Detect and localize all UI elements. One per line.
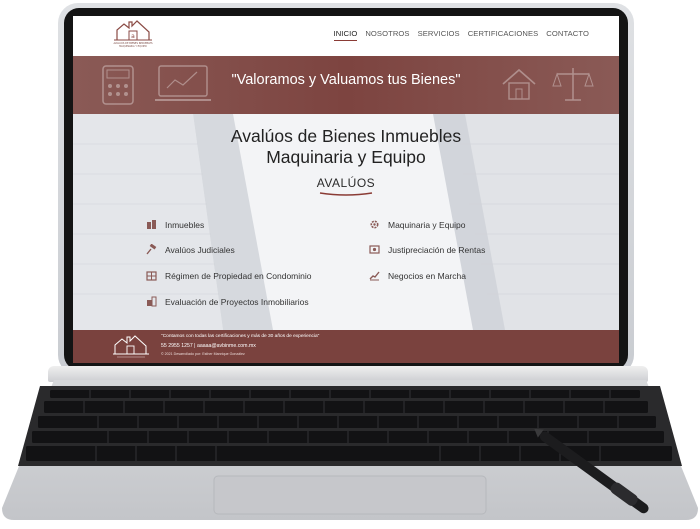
page-title-line2: Maquinaria y Equipo	[266, 147, 426, 167]
site-header: a AVALUOS DE BIENES INMUEBLES MAQUINARIA…	[73, 16, 619, 56]
service-regimen-condominio[interactable]: Régimen de Propiedad en Condominio	[146, 270, 311, 281]
footer-quote: "Contamos con todas las certificaciones …	[161, 334, 320, 339]
stylus-pen-icon	[534, 428, 649, 514]
service-maquinaria-equipo[interactable]: Maquinaria y Equipo	[369, 219, 466, 230]
footer-logo-icon[interactable]	[111, 334, 151, 360]
page-title-line1: Avalúos de Bienes Inmuebles	[230, 126, 462, 146]
subtitle-underline	[319, 192, 373, 196]
house-logo-icon: a	[114, 20, 152, 41]
nav-contacto[interactable]: CONTACTO	[546, 29, 589, 41]
project-icon	[147, 296, 157, 307]
nav-inicio[interactable]: INICIO	[333, 29, 358, 41]
section-subtitle: AVALÚOS	[316, 176, 376, 190]
nav-nosotros[interactable]: NOSOTROS	[365, 29, 409, 41]
main-nav: INICIO NOSOTROS SERVICIOS CERTIFICACIONE…	[333, 29, 589, 41]
money-icon	[369, 245, 380, 254]
buildings-icon	[147, 220, 156, 229]
service-negocios-marcha[interactable]: Negocios en Marcha	[369, 270, 466, 281]
nav-servicios[interactable]: SERVICIOS	[418, 29, 460, 41]
service-inmuebles[interactable]: Inmuebles	[146, 219, 204, 230]
site-footer: "Contamos con todas las certificaciones …	[73, 330, 619, 363]
gear-icon	[370, 220, 379, 229]
chart-icon	[369, 271, 380, 281]
footer-copyright: © 2021 Desarrollado por: Esther Manrique…	[161, 352, 245, 356]
gavel-icon	[146, 244, 157, 255]
banner-quote: "Valoramos y Valuamos tus Bienes"	[231, 72, 461, 88]
services-section: Avalúos de Bienes Inmuebles Maquinaria y…	[73, 114, 619, 330]
footer-contact[interactable]: 55 2955 1257 | aaaaa@avbinme.com.mx	[161, 343, 256, 349]
website-screen: a AVALUOS DE BIENES INMUEBLES MAQUINARIA…	[73, 16, 619, 363]
condo-icon	[146, 271, 157, 281]
nav-certificaciones[interactable]: CERTIFICACIONES	[468, 29, 539, 41]
svg-text:a: a	[131, 33, 135, 40]
service-evaluacion-proyectos[interactable]: Evaluación de Proyectos Inmobiliarios	[146, 296, 309, 307]
site-logo[interactable]: a AVALUOS DE BIENES INMUEBLES MAQUINARIA…	[111, 18, 155, 54]
service-avaluos-judiciales[interactable]: Avalúos Judiciales	[146, 244, 235, 255]
service-justipreciacion-rentas[interactable]: Justipreciación de Rentas	[369, 244, 485, 255]
hero-banner: "Valoramos y Valuamos tus Bienes"	[73, 56, 619, 114]
laptop-mockup: a AVALUOS DE BIENES INMUEBLES MAQUINARIA…	[0, 0, 700, 529]
logo-text: AVALUOS DE BIENES INMUEBLES MAQUINARIA Y…	[113, 42, 153, 48]
